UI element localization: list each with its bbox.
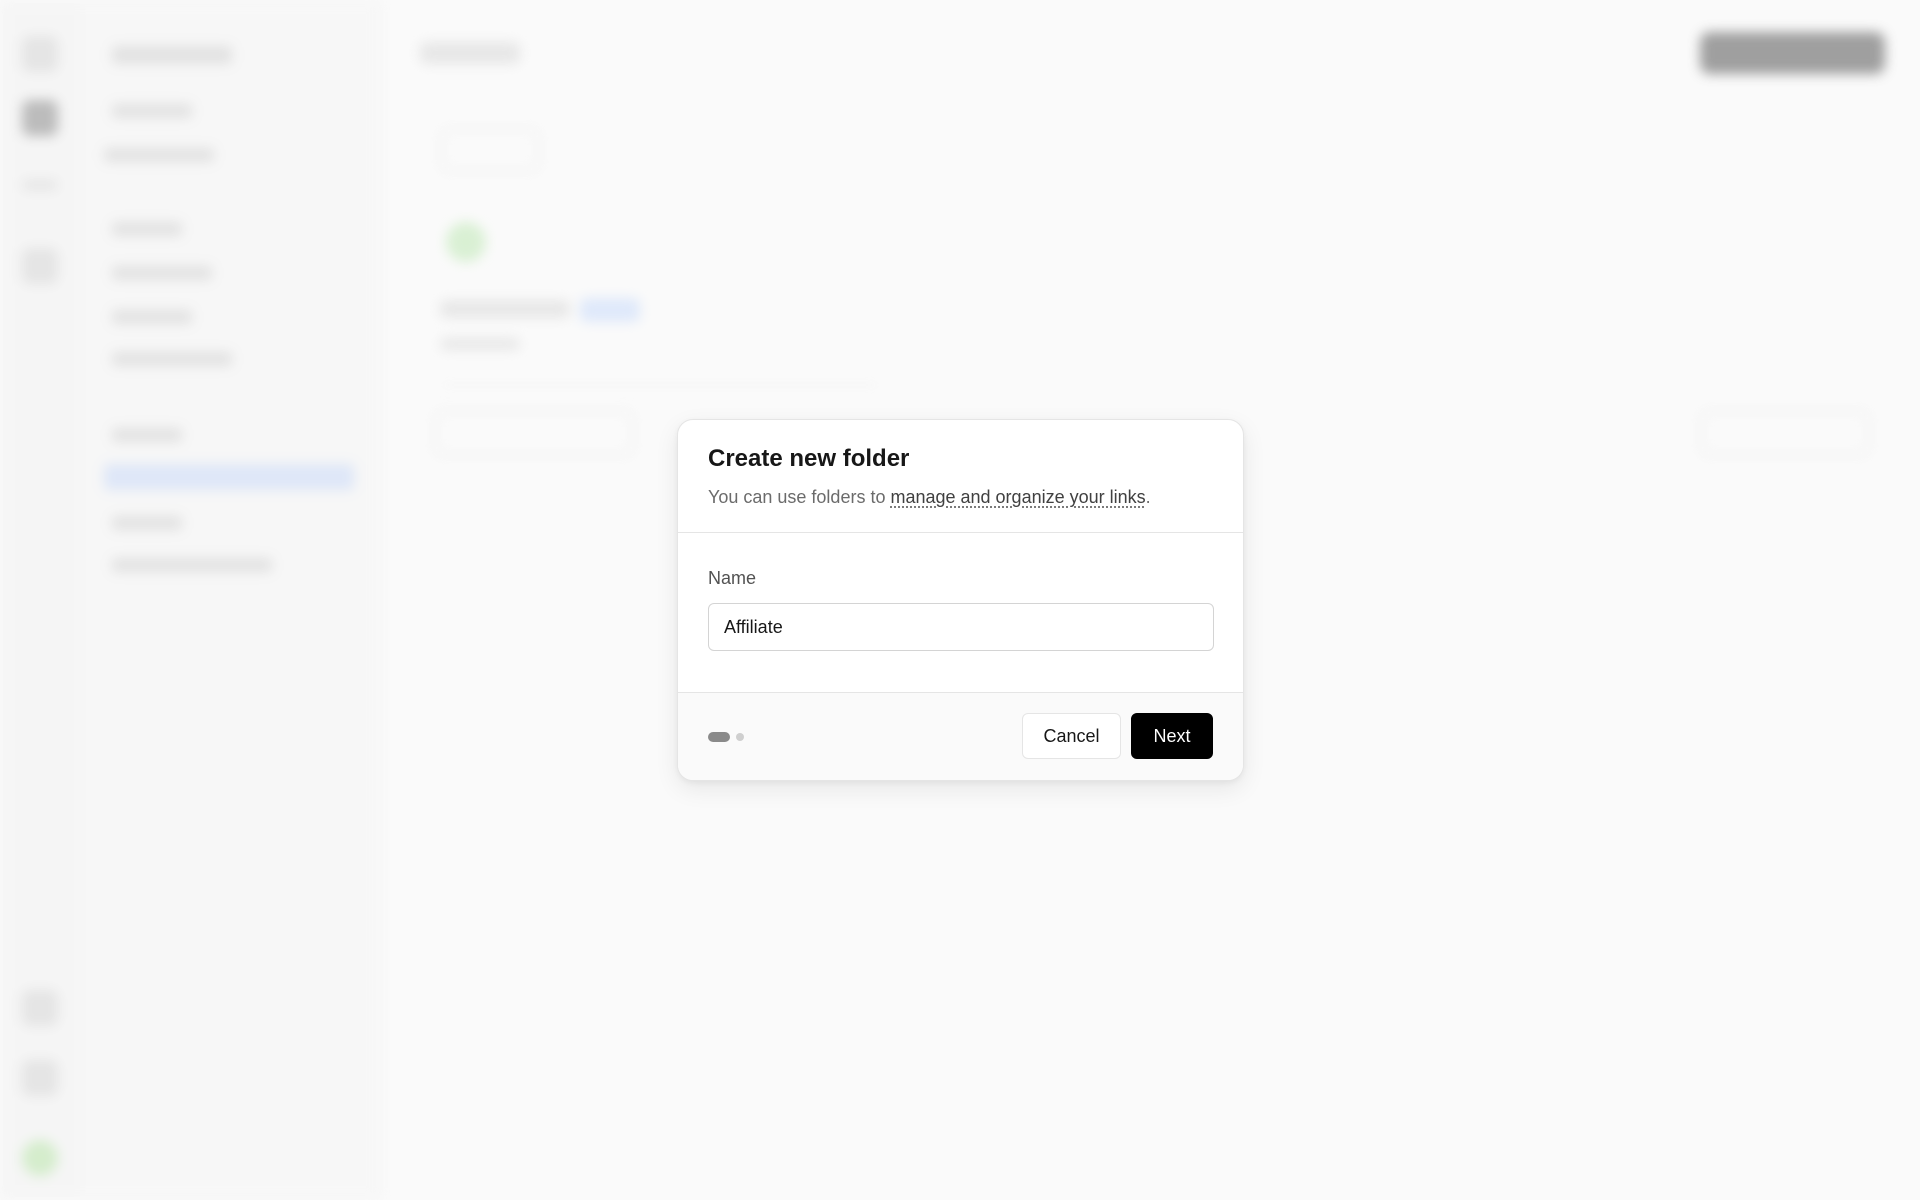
sidebar-section [112,222,182,236]
modal-body: Name [678,533,1243,693]
links-icon [22,100,58,136]
folder-name-input[interactable] [708,603,1214,651]
sidebar-item [112,310,192,324]
back-button [440,128,540,172]
modal-header: Create new folder You can use folders to… [678,420,1243,533]
icon-rail [0,0,80,1200]
folder-meta [440,338,520,350]
modal-footer: Cancel Next [678,692,1243,780]
workspace-icon [22,36,58,72]
primary-button [1700,32,1885,74]
filter-button [434,410,634,456]
sidebar-item-active [104,464,354,490]
sidebar-item [112,516,182,530]
nav-icon [22,180,58,190]
modal-description: You can use folders to manage and organi… [708,485,1213,509]
create-folder-modal: Create new folder You can use folders to… [677,419,1244,781]
step-indicator-active [708,732,730,742]
sidebar-item [104,148,214,162]
settings-icon [22,1060,58,1096]
page-title [420,42,520,64]
sidebar-item [112,558,272,572]
sidebar-title [112,46,232,64]
manage-links-link[interactable]: manage and organize your links [890,487,1145,507]
modal-title: Create new folder [708,445,910,472]
folder-badge [580,298,640,322]
step-indicator-next [736,733,744,741]
display-button [1700,410,1870,456]
divider [440,384,880,386]
modal-description-text: You can use folders to [708,487,891,507]
sidebar-item [112,104,192,118]
sidebar-section [112,428,182,442]
modal-description-suffix: . [1145,487,1151,507]
name-label: Name [708,568,757,588]
nav-icon [22,248,58,284]
folder-icon [446,222,486,262]
sidebar-item [112,352,232,366]
sidebar [80,0,380,1200]
avatar [22,1140,58,1176]
cancel-button[interactable]: Cancel [1022,713,1121,759]
sidebar-item [112,266,212,280]
next-button[interactable]: Next [1131,713,1213,759]
help-icon [22,990,58,1026]
folder-name [440,300,570,318]
